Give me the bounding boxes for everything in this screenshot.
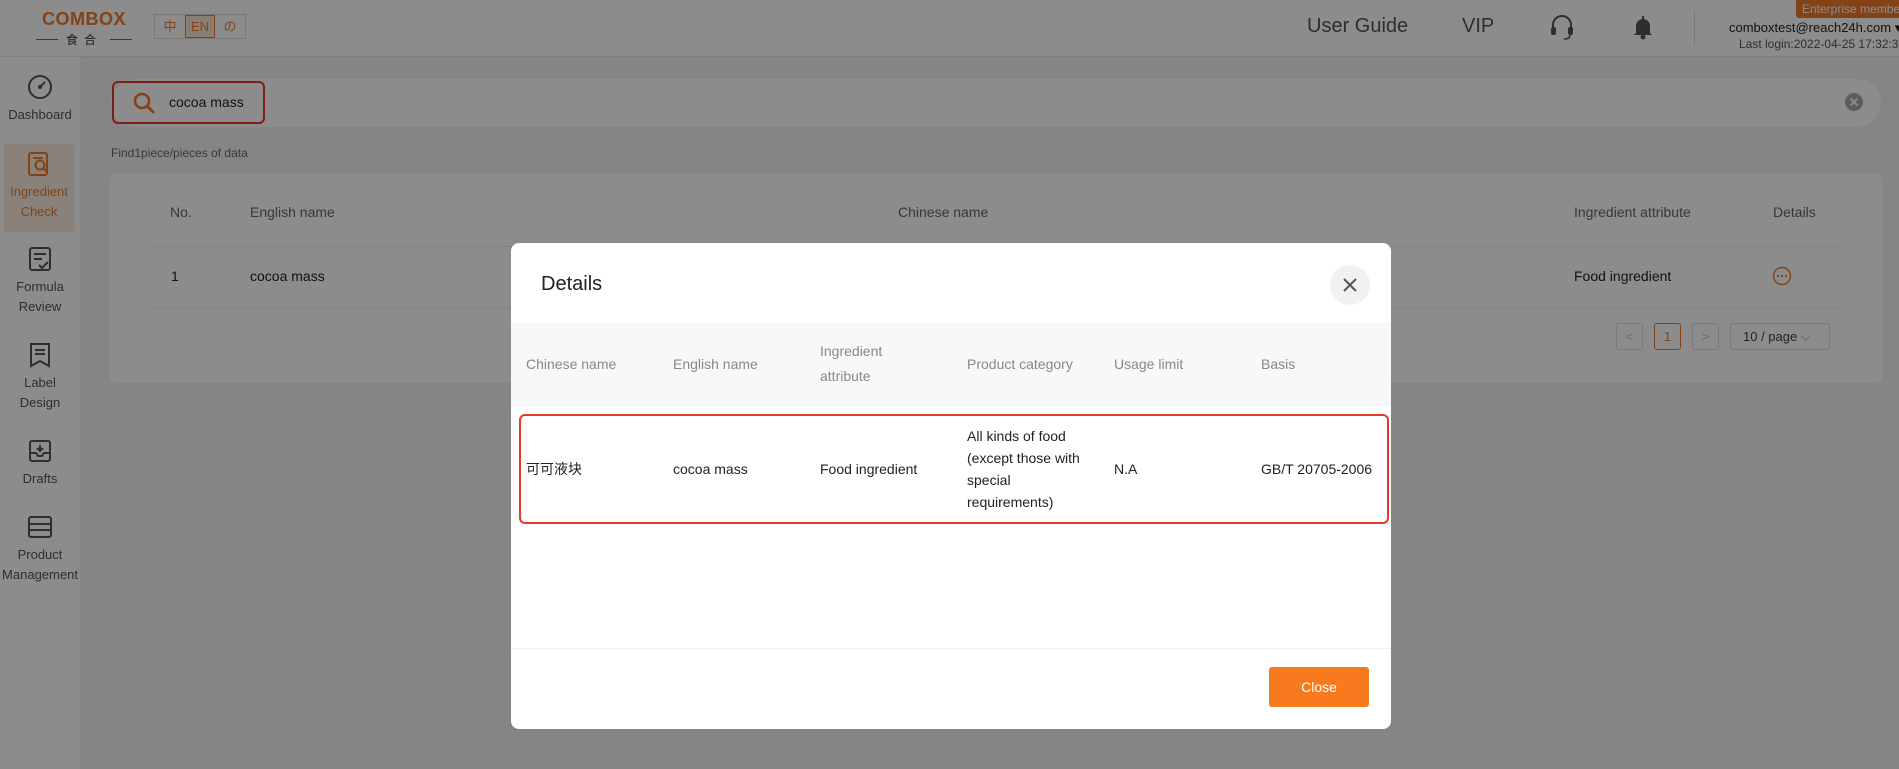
modal-col-basis: Basis [1261,356,1296,372]
modal-close-button[interactable] [1330,265,1370,305]
modal-title: Details [541,273,603,295]
modal-col-product-category: Product category [967,356,1073,372]
row-highlight [519,414,1389,524]
modal-col-english-name: English name [673,356,758,372]
modal-table-header: Chinese name English name Ingredient att… [511,323,1391,407]
modal-col-ingredient-attribute: Ingredient attribute [820,339,882,389]
close-icon [1343,278,1357,292]
modal-col-chinese-name: Chinese name [526,356,617,372]
close-button[interactable]: Close [1269,667,1369,707]
modal-col-ingredient-attribute-l1: Ingredient [820,343,883,359]
modal-col-ingredient-attribute-l2: attribute [820,368,871,384]
modal-footer-divider [511,648,1391,649]
modal-col-usage-limit: Usage limit [1114,356,1184,372]
details-modal: Details Chinese name English name Ingred… [511,243,1391,729]
